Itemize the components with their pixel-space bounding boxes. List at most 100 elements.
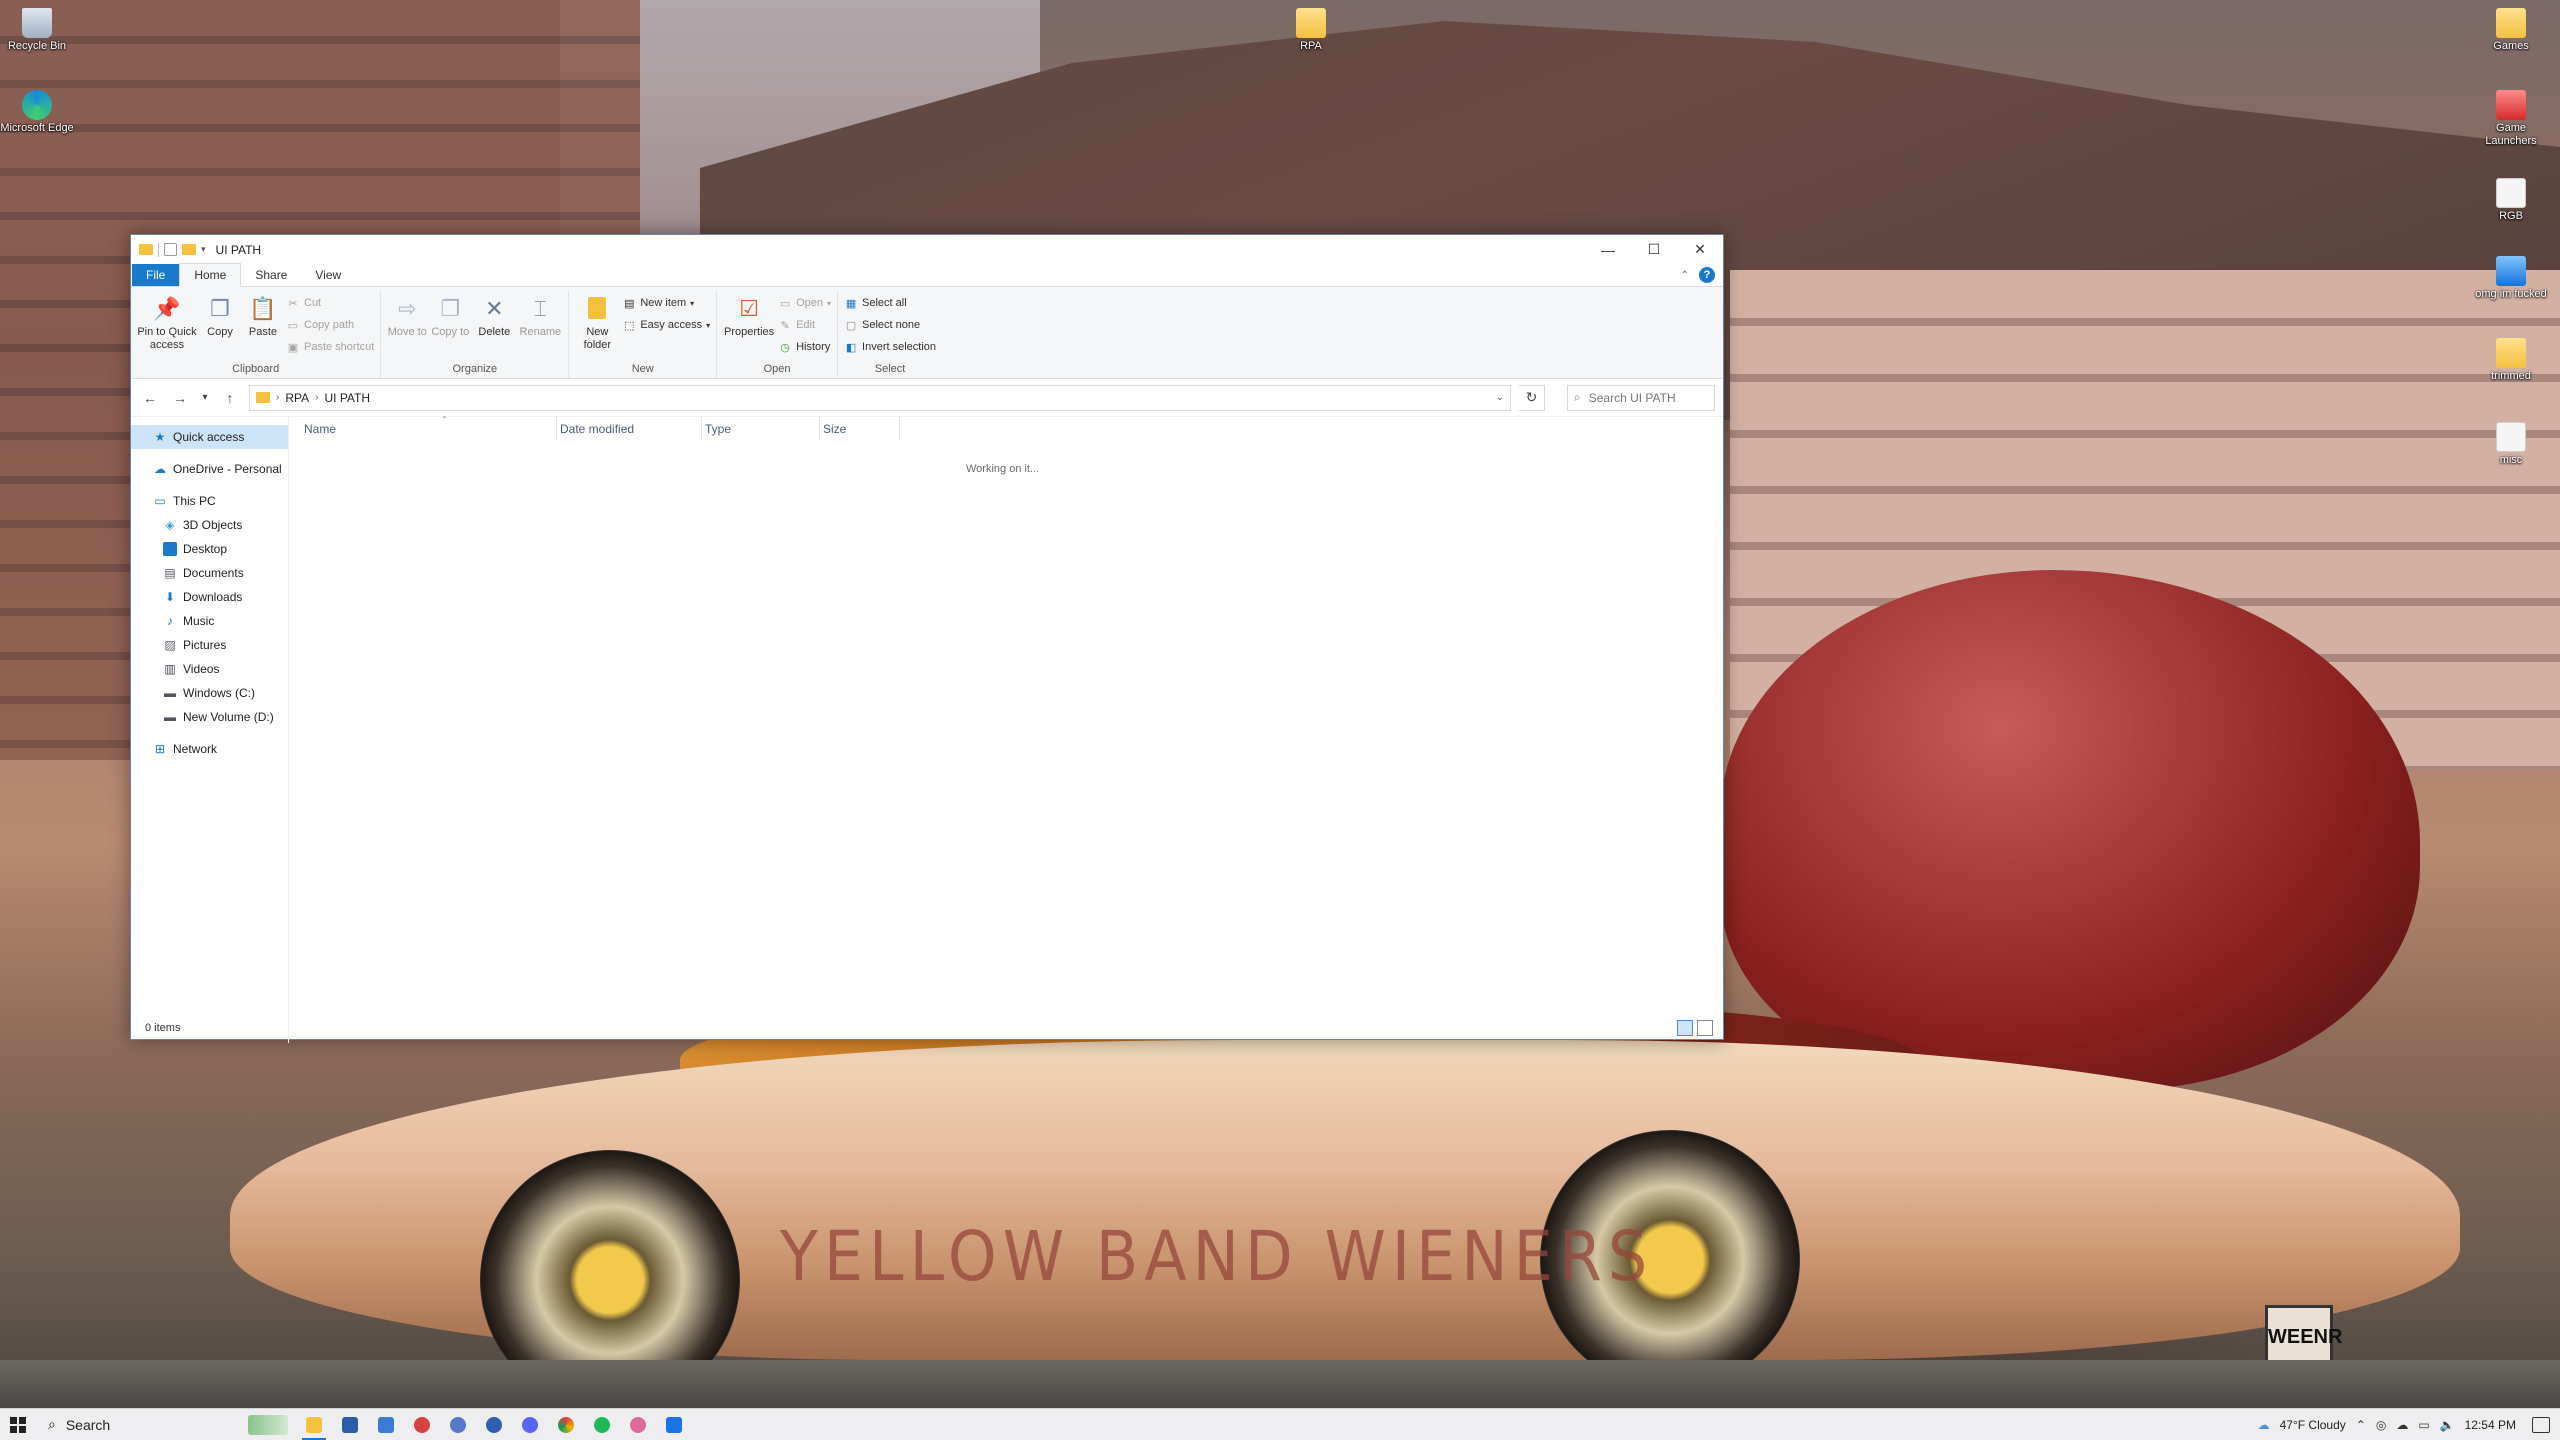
- notification-icon[interactable]: [2532, 1416, 2550, 1433]
- address-bar[interactable]: › RPA › UI PATH ⌄: [249, 384, 1511, 411]
- nav-item-this-pc[interactable]: ▭ This PC: [131, 489, 288, 513]
- easy-access-button[interactable]: ⬚ Easy access ▾: [622, 316, 710, 334]
- wallpaper-ground: [0, 1360, 2560, 1408]
- desktop-icon-microsoft-edge[interactable]: Microsoft Edge: [0, 90, 74, 135]
- tab-file[interactable]: File: [132, 264, 180, 286]
- column-header-type[interactable]: Type: [702, 417, 820, 441]
- cut-button[interactable]: ✂ Cut: [286, 294, 374, 312]
- new-folder-button[interactable]: New folder: [575, 291, 619, 363]
- select-all-button[interactable]: ▦ Select all: [844, 294, 936, 312]
- desktop-icon-omg-im-fucked[interactable]: omg im fucked: [2474, 256, 2548, 301]
- network-icon[interactable]: ▭: [2418, 1418, 2429, 1432]
- minimize-button[interactable]: —: [1585, 235, 1631, 265]
- clock[interactable]: 12:54 PM: [2465, 1418, 2516, 1432]
- properties-qat-icon[interactable]: [164, 243, 177, 256]
- collapse-ribbon-icon[interactable]: ⌃: [1681, 270, 1689, 281]
- help-icon[interactable]: ?: [1699, 267, 1715, 283]
- column-header-date-modified[interactable]: Date modified: [557, 417, 702, 441]
- file-list[interactable]: ⌃ Name Date modified Type Size Working o…: [289, 415, 1723, 1043]
- select-none-button[interactable]: ▢ Select none: [844, 316, 936, 334]
- customize-qat-icon[interactable]: ▾: [201, 244, 206, 255]
- desktop-icon-games[interactable]: Games: [2474, 8, 2548, 53]
- taskbar-app-5[interactable]: [476, 1409, 512, 1440]
- nav-item-onedrive[interactable]: ☁ OneDrive - Personal: [131, 457, 288, 481]
- up-arrow-icon[interactable]: ↑: [219, 387, 241, 409]
- column-header-size[interactable]: Size: [820, 417, 900, 441]
- copy-path-button[interactable]: ▭ Copy path: [286, 316, 374, 334]
- desktop-icon-trimmed[interactable]: trimmed: [2474, 338, 2548, 383]
- start-button[interactable]: [0, 1409, 36, 1440]
- pin-to-quick-access-button[interactable]: 📌 Pin to Quick access: [137, 291, 197, 363]
- breadcrumb-ui-path[interactable]: UI PATH: [324, 391, 370, 405]
- nav-item-network[interactable]: ⊞ Network: [131, 737, 288, 761]
- tab-share[interactable]: Share: [241, 264, 301, 286]
- invert-selection-button[interactable]: ◧ Invert selection: [844, 338, 936, 356]
- column-header-name[interactable]: ⌃ Name: [301, 415, 557, 441]
- nav-item-3d-objects[interactable]: ◈ 3D Objects: [131, 513, 288, 537]
- paste-button[interactable]: 📋 Paste: [243, 291, 283, 363]
- taskbar-app-9[interactable]: [620, 1409, 656, 1440]
- sort-ascending-icon: ⌃: [441, 415, 448, 424]
- chevron-down-icon[interactable]: ⌄: [1496, 392, 1504, 403]
- open-button[interactable]: ▭ Open ▾: [778, 294, 831, 312]
- rename-button[interactable]: ⌶ Rename: [518, 291, 562, 363]
- taskbar-app-1[interactable]: [332, 1409, 368, 1440]
- details-view-icon[interactable]: [1677, 1020, 1693, 1036]
- nav-item-windows-c[interactable]: ▬ Windows (C:): [131, 681, 288, 705]
- title-bar[interactable]: ▾ UI PATH — ☐ ✕: [131, 235, 1723, 265]
- folder-icon: [306, 1416, 322, 1433]
- chevron-right-icon[interactable]: ›: [276, 392, 279, 403]
- copy-to-button[interactable]: ❐ Copy to: [430, 291, 470, 363]
- nav-item-desktop[interactable]: Desktop: [131, 537, 288, 561]
- nav-item-new-volume-d[interactable]: ▬ New Volume (D:): [131, 705, 288, 729]
- copy-button[interactable]: ❐ Copy: [200, 291, 240, 363]
- taskbar-app-spotify[interactable]: [584, 1409, 620, 1440]
- tab-view[interactable]: View: [301, 264, 355, 286]
- maximize-button[interactable]: ☐: [1631, 235, 1677, 265]
- taskbar-app-4[interactable]: [440, 1409, 476, 1440]
- onedrive-icon[interactable]: ☁: [2396, 1418, 2408, 1432]
- nav-item-music[interactable]: ♪ Music: [131, 609, 288, 633]
- refresh-button[interactable]: ↻: [1519, 384, 1545, 411]
- nav-item-videos[interactable]: ▥ Videos: [131, 657, 288, 681]
- new-item-button[interactable]: ▤ New item ▾: [622, 294, 710, 312]
- forward-arrow-icon[interactable]: →: [169, 387, 191, 409]
- new-folder-qat-icon[interactable]: [182, 244, 196, 255]
- properties-button[interactable]: ☑ Properties: [723, 291, 775, 363]
- delete-button[interactable]: ✕ Delete: [473, 291, 515, 363]
- large-icons-view-icon[interactable]: [1697, 1020, 1713, 1036]
- download-icon: ⬇: [164, 590, 176, 604]
- desktop-icon-rpa[interactable]: RPA: [1274, 8, 1348, 53]
- chevron-up-icon[interactable]: ⌃: [2356, 1418, 2366, 1432]
- tab-home[interactable]: Home: [179, 263, 242, 287]
- move-to-button[interactable]: ⇨ Move to: [387, 291, 427, 363]
- desktop-icon-recycle-bin[interactable]: Recycle Bin: [0, 8, 74, 53]
- volume-icon[interactable]: 🔈: [2440, 1418, 2455, 1432]
- app-icon: [630, 1416, 646, 1433]
- nav-item-quick-access[interactable]: ★ Quick access: [131, 425, 288, 449]
- taskbar-app-10[interactable]: [656, 1409, 692, 1440]
- nav-item-documents[interactable]: ▤ Documents: [131, 561, 288, 585]
- search-box[interactable]: ⌕ Search UI PATH: [1567, 384, 1715, 411]
- taskbar-app-mail[interactable]: [368, 1409, 404, 1440]
- desktop-icon-game-launchers[interactable]: Game Launchers: [2474, 90, 2548, 148]
- nav-item-downloads[interactable]: ⬇ Downloads: [131, 585, 288, 609]
- paste-shortcut-button[interactable]: ▣ Paste shortcut: [286, 338, 375, 356]
- breadcrumb-rpa[interactable]: RPA: [285, 391, 309, 405]
- edit-button[interactable]: ✎ Edit: [778, 316, 831, 334]
- desktop-icon-rgb[interactable]: RGB: [2474, 178, 2548, 223]
- close-button[interactable]: ✕: [1677, 235, 1723, 265]
- chevron-right-icon[interactable]: ›: [315, 392, 318, 403]
- taskbar-search[interactable]: ⌕ Search: [36, 1409, 296, 1440]
- taskbar-app-discord[interactable]: [512, 1409, 548, 1440]
- desktop-icon-misc[interactable]: misc: [2474, 422, 2548, 467]
- taskbar-app-chrome[interactable]: [548, 1409, 584, 1440]
- taskbar-app-file-explorer[interactable]: [296, 1409, 332, 1440]
- tray-app-icon[interactable]: ◎: [2376, 1418, 2386, 1432]
- weather-text[interactable]: 47°F Cloudy: [2280, 1418, 2346, 1432]
- taskbar-app-3[interactable]: [404, 1409, 440, 1440]
- nav-item-pictures[interactable]: ▨ Pictures: [131, 633, 288, 657]
- history-button[interactable]: ◷ History: [778, 338, 831, 356]
- back-arrow-icon[interactable]: ←: [139, 387, 161, 409]
- recent-locations-icon[interactable]: ▾: [199, 387, 211, 409]
